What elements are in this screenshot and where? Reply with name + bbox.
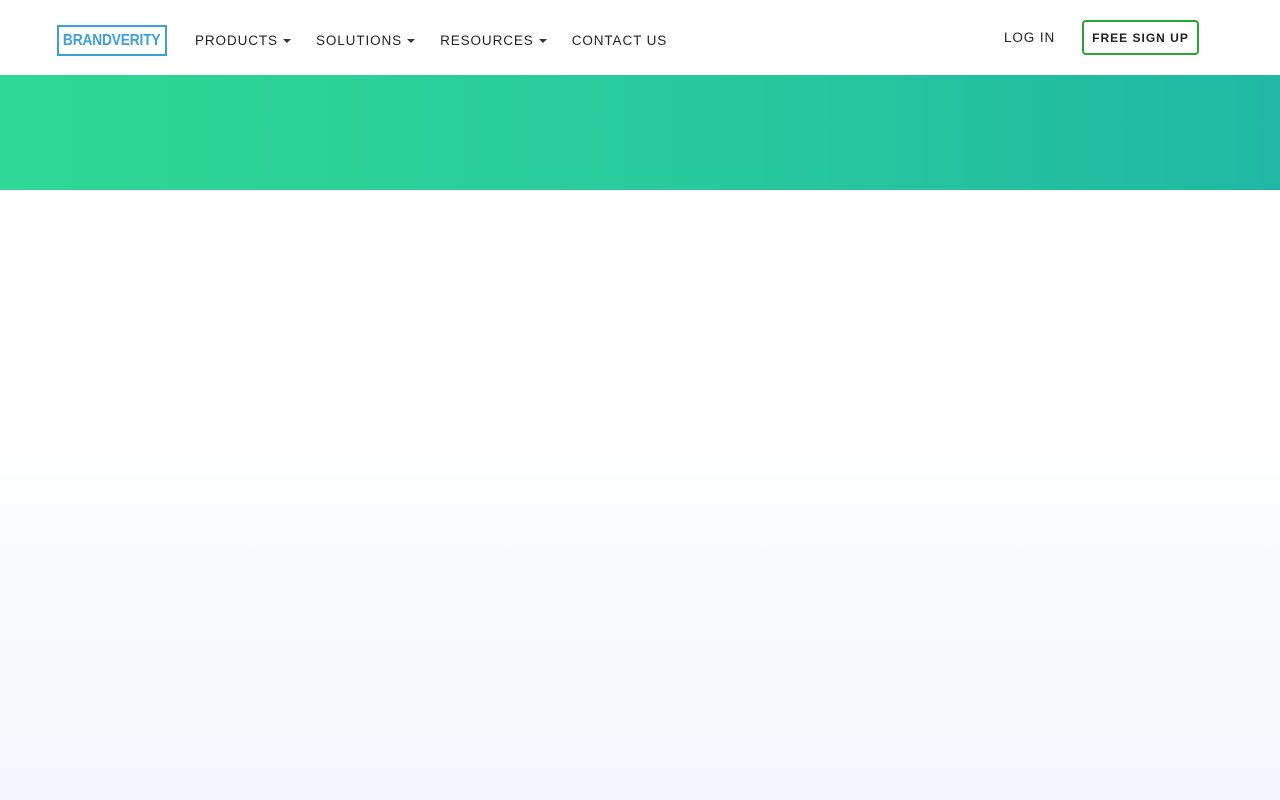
brand-logo[interactable]: BRANDVERITY [57,25,167,56]
hero-banner [0,75,1280,190]
nav-item-solutions[interactable]: SOLUTIONS [315,32,416,48]
nav-item-products[interactable]: PRODUCTS [195,33,291,48]
nav-item-label: RESOURCES [440,32,534,48]
brand-logo-text: BRANDVERITY [63,31,161,49]
main-nav: PRODUCTS SOLUTIONS RESOURCES CONTACT US [195,30,667,50]
free-signup-button[interactable]: FREE SIGN UP [1082,20,1199,55]
caret-down-icon [407,39,416,43]
nav-item-label: PRODUCTS [195,32,278,48]
caret-down-icon [538,39,547,43]
site-header: BRANDVERITY PRODUCTS SOLUTIONS RESOURCES… [0,0,1280,75]
nav-item-contact-us[interactable]: CONTACT US [572,33,668,48]
nav-item-label: SOLUTIONS [315,32,403,48]
page: BRANDVERITY PRODUCTS SOLUTIONS RESOURCES… [0,0,1280,800]
login-link[interactable]: LOG IN [1004,30,1055,45]
caret-down-icon [282,39,291,43]
nav-item-resources[interactable]: RESOURCES [440,33,547,48]
nav-item-label: CONTACT US [571,32,668,48]
